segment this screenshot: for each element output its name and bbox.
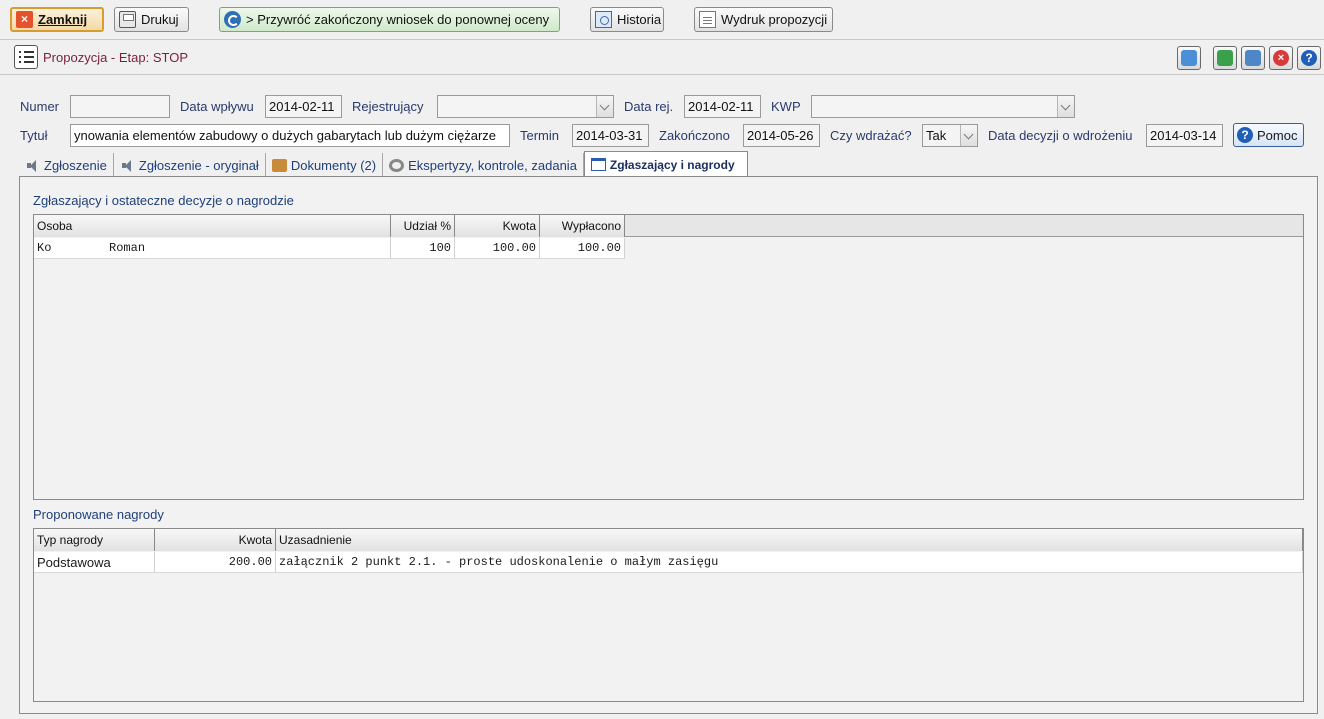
window-help-button[interactable]: ? — [1297, 46, 1321, 70]
history-button-label: Historia — [617, 12, 662, 27]
history-icon — [595, 11, 612, 28]
awards-section-title: Proponowane nagrody — [33, 507, 164, 522]
data-decyzji-label: Data decyzji o wdrożeniu — [988, 128, 1133, 143]
zakonczono-field[interactable]: 2014-05-26 — [743, 124, 820, 147]
data-decyzji-field[interactable]: 2014-03-14 — [1146, 124, 1223, 147]
restore-button-label: > Przywróć zakończony wniosek do ponowne… — [246, 12, 550, 27]
tab-strip: Zgłoszenie Zgłoszenie - oryginał Dokumen… — [19, 151, 748, 177]
help-icon: ? — [1301, 50, 1317, 66]
help-button[interactable]: ? Pomoc — [1233, 123, 1304, 147]
rejestrujacy-select[interactable] — [437, 95, 614, 118]
gear-icon — [389, 158, 405, 172]
tytul-label: Tytuł — [20, 128, 48, 143]
applicants-section-title: Zgłaszający i ostateczne decyzje o nagro… — [33, 193, 294, 208]
folder-icon — [271, 158, 287, 172]
printout-button-label: Wydruk propozycji — [721, 12, 828, 27]
tab-label: Dokumenty (2) — [290, 157, 377, 173]
title-bar: Propozycja - Etap: STOP × ? — [0, 41, 1324, 75]
kwp-select[interactable] — [811, 95, 1075, 118]
list-menu-icon[interactable] — [14, 45, 38, 69]
tab-label: Zgłoszenie - oryginał — [138, 157, 259, 173]
cell-uzasadnienie: załącznik 2 punkt 2.1. - proste udoskona… — [276, 552, 1303, 573]
cell-kwota: 100.00 — [455, 238, 540, 259]
tab-zgloszenie-oryginal[interactable]: Zgłoszenie - oryginał — [114, 153, 266, 177]
czy-wdrazac-select[interactable]: Tak — [922, 124, 978, 147]
windows-icon — [1245, 50, 1261, 66]
tab-zgloszenie[interactable]: Zgłoszenie — [19, 153, 114, 177]
tab-ekspertyzy[interactable]: Ekspertyzy, kontrole, zadania — [383, 153, 584, 177]
refresh-icon — [1181, 50, 1197, 66]
speaker-icon — [25, 159, 40, 172]
tab-zglaszajacy-nagrody[interactable]: Zgłaszający i nagrody — [583, 151, 748, 177]
help-button-label: Pomoc — [1257, 127, 1298, 143]
numer-field[interactable] — [70, 95, 170, 118]
tab-label: Ekspertyzy, kontrole, zadania — [408, 157, 577, 173]
printer-icon — [119, 11, 136, 28]
chevron-down-icon[interactable] — [596, 96, 613, 117]
cell-kwota: 200.00 — [155, 552, 276, 573]
refresh-button[interactable] — [1177, 46, 1201, 70]
zakonczono-label: Zakończono — [659, 128, 730, 143]
czy-wdrazac-label: Czy wdrażać? — [830, 128, 912, 143]
column-header-uzasadnienie[interactable]: Uzasadnienie — [276, 529, 1303, 551]
column-header-udzial[interactable]: Udział % — [391, 215, 455, 237]
column-header-typ-nagrody[interactable]: Typ nagrody — [34, 529, 155, 551]
tab-dokumenty[interactable]: Dokumenty (2) — [266, 153, 384, 177]
applicants-grid-header: Osoba Udział % Kwota Wypłacono — [34, 215, 1303, 237]
cell-wyplacono: 100.00 — [540, 238, 625, 259]
print-button-label: Drukuj — [141, 12, 179, 27]
restore-icon — [224, 11, 241, 28]
awards-grid[interactable]: Typ nagrody Kwota Uzasadnienie Podstawow… — [33, 528, 1304, 702]
toolbar: × Zamknij Drukuj > Przywróć zakończony w… — [0, 0, 1324, 40]
column-header-kwota[interactable]: Kwota — [155, 529, 276, 551]
chevron-down-icon[interactable] — [1057, 96, 1074, 117]
column-header-kwota[interactable]: Kwota — [455, 215, 540, 237]
cell-osoba: Ko Roman — [34, 238, 391, 259]
cell-udzial: 100 — [391, 238, 455, 259]
tab-panel: Zgłaszający i ostateczne decyzje o nagro… — [19, 176, 1318, 714]
speaker-icon — [120, 159, 135, 172]
close-icon: × — [16, 11, 33, 28]
applicants-grid[interactable]: Osoba Udział % Kwota Wypłacono Ko Roman … — [33, 214, 1304, 500]
numer-label: Numer — [20, 99, 60, 114]
termin-label: Termin — [520, 128, 560, 143]
column-header-osoba[interactable]: Osoba — [34, 215, 391, 237]
data-rej-label: Data rej. — [624, 99, 674, 114]
window-icon — [590, 158, 606, 171]
tab-label: Zgłaszający i nagrody — [609, 157, 735, 172]
data-wplywu-field[interactable]: 2014-02-11 — [265, 95, 342, 118]
rejestrujacy-label: Rejestrujący — [352, 99, 424, 114]
awards-grid-header: Typ nagrody Kwota Uzasadnienie — [34, 529, 1303, 551]
termin-field[interactable]: 2014-03-31 — [572, 124, 649, 147]
column-header-wyplacono[interactable]: Wypłacono — [540, 215, 625, 237]
tytul-field[interactable]: ynowania elementów zabudowy o dużych gab… — [70, 124, 510, 147]
cell-typ-nagrody: Podstawowa — [34, 552, 155, 573]
data-rej-field[interactable]: 2014-02-11 — [684, 95, 761, 118]
printout-button[interactable]: Wydruk propozycji — [694, 7, 833, 32]
windows-button[interactable] — [1241, 46, 1265, 70]
tab-label: Zgłoszenie — [44, 157, 107, 173]
history-button[interactable]: Historia — [590, 7, 664, 32]
kwp-label: KWP — [771, 99, 801, 114]
close-circle-icon: × — [1273, 50, 1289, 66]
czy-wdrazac-value: Tak — [926, 128, 947, 143]
document-icon — [699, 11, 716, 28]
close-button-label: Zamknij — [38, 12, 88, 27]
close-button[interactable]: × Zamknij — [10, 7, 104, 32]
data-wplywu-label: Data wpływu — [180, 99, 254, 114]
home-icon — [1217, 50, 1233, 66]
restore-button[interactable]: > Przywróć zakończony wniosek do ponowne… — [219, 7, 560, 32]
window-close-button[interactable]: × — [1269, 46, 1293, 70]
chevron-down-icon[interactable] — [960, 125, 977, 146]
help-icon: ? — [1237, 127, 1253, 143]
print-button[interactable]: Drukuj — [114, 7, 189, 32]
home-button[interactable] — [1213, 46, 1237, 70]
page-title: Propozycja - Etap: STOP — [43, 50, 188, 65]
